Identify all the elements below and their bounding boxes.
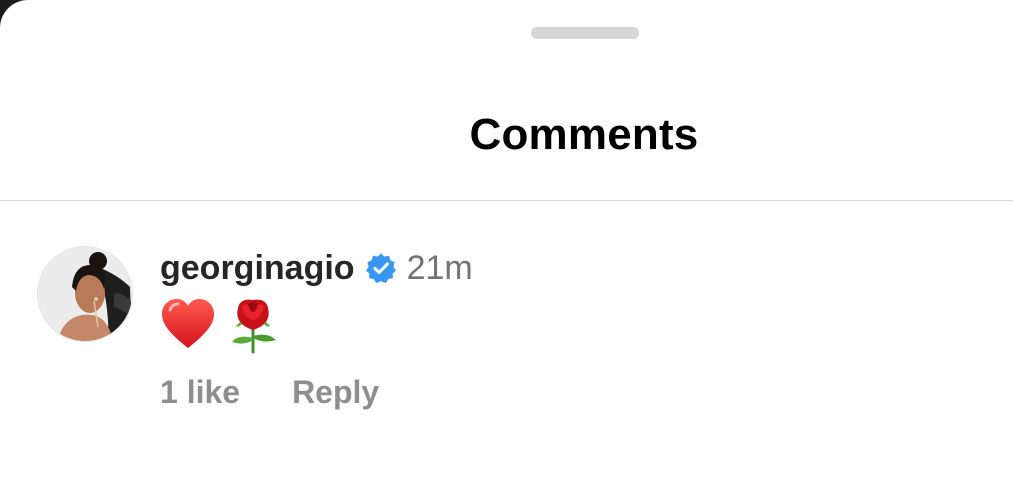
comment-actions: 1 like Reply	[160, 374, 379, 411]
likes-count-button[interactable]: 1 like	[160, 374, 240, 411]
reply-button[interactable]: Reply	[292, 374, 379, 411]
sheet-drag-handle[interactable]	[531, 27, 639, 39]
comment-text	[160, 292, 282, 356]
rose-emoji	[226, 294, 282, 354]
avatar-photo	[38, 247, 132, 341]
red-heart-emoji	[160, 294, 216, 354]
comments-sheet: Comments georginagio 21m 1 like Reply	[0, 0, 1013, 488]
comment-username[interactable]: georginagio	[160, 249, 355, 288]
page-title: Comments	[469, 110, 699, 159]
verified-badge-icon	[365, 252, 397, 284]
avatar[interactable]	[37, 246, 133, 342]
comment-timestamp: 21m	[406, 248, 473, 287]
comment-header: georginagio 21m	[160, 248, 473, 288]
header-divider	[0, 200, 1013, 201]
